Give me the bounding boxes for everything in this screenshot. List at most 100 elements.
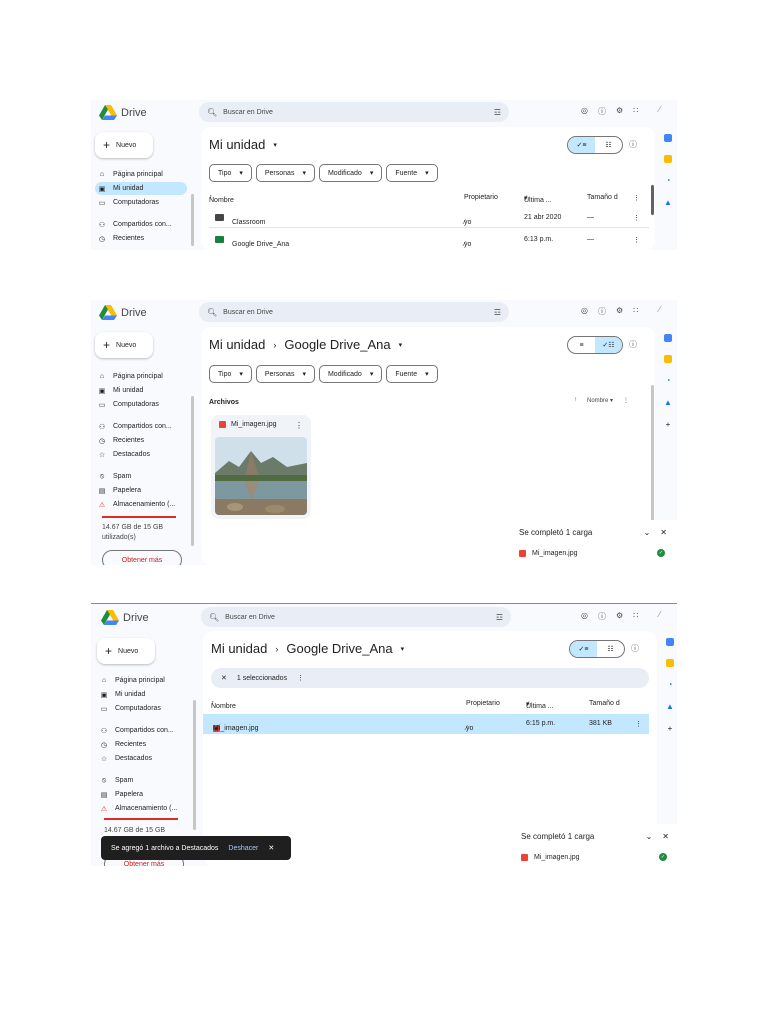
grid-view-icon[interactable]: ✓☷ (595, 337, 622, 353)
sidebar-item-shared[interactable]: ⚇ Compartidos con... (97, 724, 189, 737)
sidebar-item-trash[interactable]: ▤ Papelera (95, 484, 187, 497)
close-icon[interactable]: ✕ (268, 844, 274, 852)
more-icon[interactable]: ⋮ (623, 397, 629, 404)
sidebar-item-spam[interactable]: ⦸ Spam (95, 470, 187, 483)
sidebar-item-home[interactable]: ⌂ Página principal (97, 674, 189, 687)
help-icon[interactable]: ⓘ (598, 106, 606, 117)
apps-grid-icon[interactable]: ∷ (633, 106, 638, 117)
column-owner[interactable]: Propietario (466, 700, 500, 707)
row-more-icon[interactable]: ⋮ (635, 720, 642, 728)
contacts-icon[interactable]: ▲ (664, 398, 672, 407)
table-row[interactable]: Google Drive_Ana ∕ yo 6:13 p.m. — ⋮ (209, 231, 649, 249)
close-icon[interactable]: ✕ (662, 832, 669, 841)
account-avatar[interactable]: ∕ (659, 304, 673, 318)
sidebar-item-computers[interactable]: ▭ Computadoras (97, 702, 189, 715)
list-view-icon[interactable]: ≡ (568, 337, 595, 353)
view-toggle[interactable]: ✓≡ ☷ (567, 136, 623, 154)
view-toggle[interactable]: ≡ ✓☷ (567, 336, 623, 354)
search-bar[interactable]: 🔍︎ Buscar en Drive ☲ (199, 302, 509, 322)
filter-chip-source[interactable]: Fuente ▾ (386, 365, 438, 383)
details-icon[interactable]: ⓘ (631, 643, 639, 654)
breadcrumb-current[interactable]: Google Drive_Ana (284, 337, 390, 352)
keep-icon[interactable] (664, 355, 672, 363)
sidebar-item-my-drive[interactable]: ▣ Mi unidad (97, 688, 189, 701)
column-size[interactable]: Tamaño d (587, 194, 618, 201)
sidebar-item-recent[interactable]: ◷ Recientes (95, 434, 187, 447)
sidebar-item-computers[interactable]: ▭ Computadoras (95, 398, 187, 411)
calendar-icon[interactable] (664, 334, 672, 342)
filter-chip-type[interactable]: Tipo ▾ (209, 164, 252, 182)
sidebar-item-home[interactable]: ⌂ Página principal (95, 168, 187, 181)
row-more-icon[interactable]: ⋮ (633, 236, 640, 244)
grid-view-icon[interactable]: ☷ (595, 137, 622, 153)
details-icon[interactable]: ⓘ (629, 139, 637, 150)
filter-chip-type[interactable]: Tipo ▾ (209, 365, 252, 383)
contacts-icon[interactable]: ▲ (666, 702, 674, 711)
sidebar-scrollbar[interactable] (191, 194, 194, 246)
account-avatar[interactable]: ∕ (659, 609, 673, 623)
sidebar-item-shared[interactable]: ⚇ Compartidos con... (95, 420, 187, 433)
list-view-icon[interactable]: ✓≡ (570, 641, 597, 657)
filter-chip-modified[interactable]: Modificado ▾ (318, 365, 383, 383)
sort-control[interactable]: ↑ Nombre ▾ ⋮ (574, 397, 629, 404)
calendar-icon[interactable] (666, 638, 674, 646)
filter-chip-source[interactable]: Fuente ▾ (386, 164, 438, 182)
help-icon[interactable]: ⓘ (598, 611, 606, 622)
drive-logo[interactable]: Drive (101, 610, 149, 625)
settings-icon[interactable]: ⚙ (616, 306, 623, 317)
breadcrumb-current[interactable]: Google Drive_Ana (286, 641, 392, 656)
filter-chip-people[interactable]: Personas ▾ (255, 365, 315, 383)
sidebar-item-computers[interactable]: ▭ Computadoras (95, 196, 187, 209)
sidebar-item-trash[interactable]: ▤ Papelera (97, 788, 189, 801)
grid-view-icon[interactable]: ☷ (597, 641, 624, 657)
search-bar[interactable]: 🔍︎ Buscar en Drive ☲ (201, 607, 511, 627)
page-title[interactable]: Mi unidad ▾ (209, 137, 277, 152)
sidebar-scrollbar[interactable] (193, 700, 196, 830)
calendar-icon[interactable] (664, 134, 672, 142)
search-options-icon[interactable]: ☲ (496, 613, 503, 622)
contacts-icon[interactable]: ▲ (664, 198, 672, 207)
sidebar-item-starred[interactable]: ☆ Destacados (97, 752, 189, 765)
keep-icon[interactable] (664, 155, 672, 163)
add-addon-icon[interactable]: + (666, 420, 671, 429)
table-row-selected[interactable]: Mi_imagen.jpg ★ ∕ yo 6:15 p.m. 381 KB ⋮ (203, 714, 649, 734)
search-bar[interactable]: 🔍︎ Buscar en Drive ☲ (199, 102, 509, 122)
tasks-icon[interactable]: ◔ (668, 680, 673, 689)
filter-chip-people[interactable]: Personas ▾ (255, 164, 315, 182)
offline-status-icon[interactable]: ◎ (581, 106, 588, 117)
selection-more-icon[interactable]: ⋮ (297, 674, 304, 682)
sidebar-item-my-drive[interactable]: ▣ Mi unidad (95, 182, 187, 195)
sidebar-item-storage[interactable]: ⚠ Almacenamiento (... (97, 802, 189, 815)
column-name[interactable]: Nombre ↑ (209, 194, 234, 204)
tasks-icon[interactable]: ◔ (666, 176, 671, 185)
file-more-icon[interactable]: ⋮ (295, 421, 303, 430)
get-more-storage-button[interactable]: Obtener más (102, 550, 182, 565)
breadcrumb-root[interactable]: Mi unidad (209, 337, 265, 352)
column-more-icon[interactable]: ⋮ (633, 194, 640, 202)
column-modified[interactable]: Última ... ▾ (526, 700, 554, 710)
column-size[interactable]: Tamaño d (589, 700, 620, 707)
file-card[interactable]: Mi_imagen.jpg ⋮ (211, 415, 311, 519)
settings-icon[interactable]: ⚙ (616, 106, 623, 117)
breadcrumb-root[interactable]: Mi unidad (211, 641, 267, 656)
close-icon[interactable]: ✕ (660, 528, 667, 537)
sidebar-item-recent[interactable]: ◷ Recientes (95, 232, 187, 245)
content-scrollbar[interactable] (651, 385, 654, 535)
clear-selection-icon[interactable]: ✕ (221, 674, 227, 682)
sidebar-item-spam[interactable]: ⦸ Spam (97, 774, 189, 787)
add-addon-icon[interactable]: + (668, 724, 673, 733)
column-owner[interactable]: Propietario (464, 194, 498, 201)
view-toggle[interactable]: ✓≡ ☷ (569, 640, 625, 658)
table-row[interactable]: Classroom ∕ yo 21 abr 2020 — ⋮ (209, 209, 649, 228)
list-view-icon[interactable]: ✓≡ (568, 137, 595, 153)
undo-button[interactable]: Deshacer (228, 845, 258, 852)
new-button[interactable]: + Nuevo (95, 132, 153, 158)
apps-grid-icon[interactable]: ∷ (633, 306, 638, 317)
filter-chip-modified[interactable]: Modificado ▾ (318, 164, 383, 182)
settings-icon[interactable]: ⚙ (616, 611, 623, 622)
collapse-icon[interactable]: ⌄ (646, 832, 653, 841)
sidebar-item-starred[interactable]: ☆ Destacados (95, 448, 187, 461)
new-button[interactable]: + Nuevo (95, 332, 153, 358)
drive-logo[interactable]: Drive (99, 105, 147, 120)
apps-grid-icon[interactable]: ∷ (633, 611, 638, 622)
